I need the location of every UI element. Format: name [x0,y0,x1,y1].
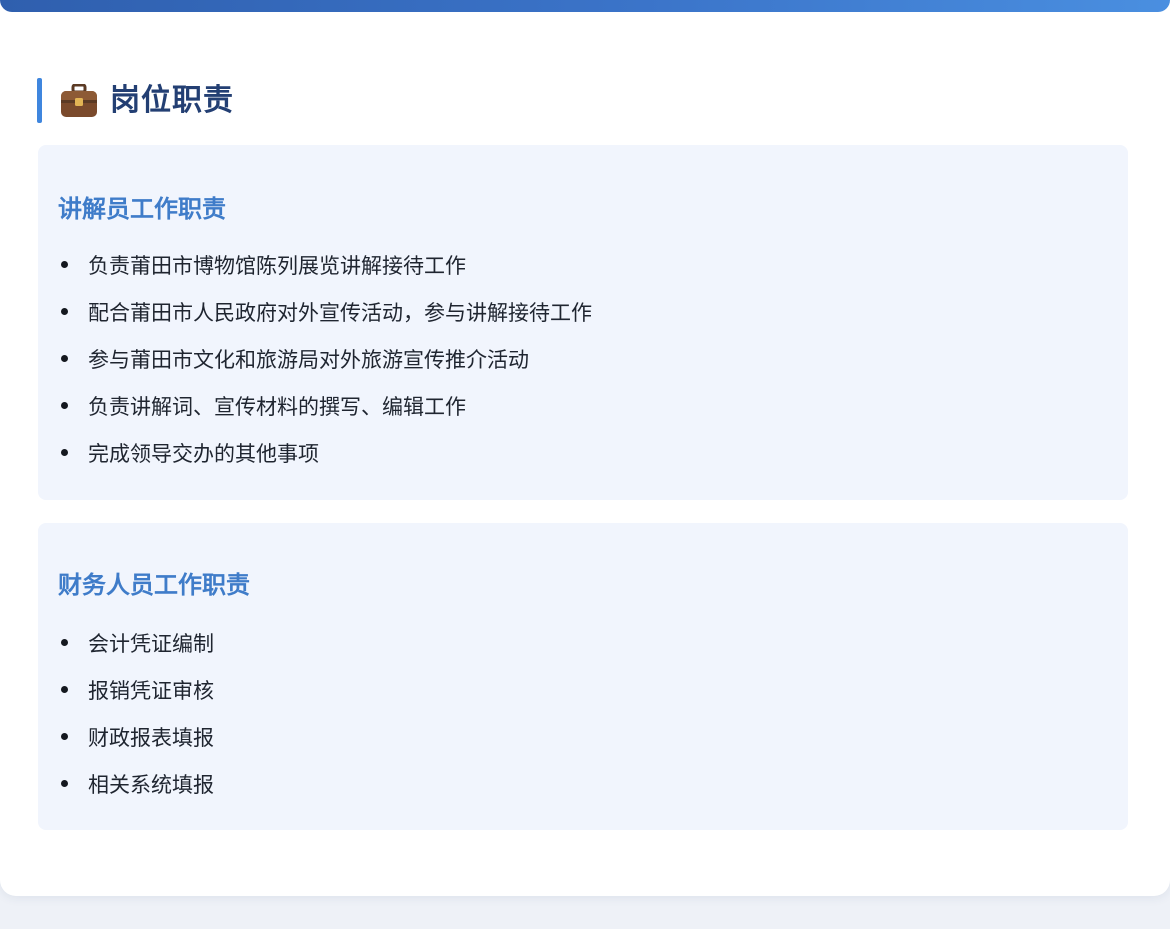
list-item-text: 负责讲解词、宣传材料的撰写、编辑工作 [88,394,466,419]
list-item: 负责讲解词、宣传材料的撰写、编辑工作 [58,382,592,429]
list-item: 报销凭证审核 [58,666,214,713]
list-item-text: 配合莆田市人民政府对外宣传活动，参与讲解接待工作 [88,300,592,325]
list-item-text: 负责莆田市博物馆陈列展览讲解接待工作 [88,253,466,278]
bullet-icon [61,402,68,409]
bullet-icon [61,308,68,315]
duty-panel-guide: 讲解员工作职责 负责莆田市博物馆陈列展览讲解接待工作 配合莆田市人民政府对外宣传… [38,145,1128,500]
list-item: 参与莆田市文化和旅游局对外旅游宣传推介活动 [58,335,592,382]
list-item: 财政报表填报 [58,713,214,760]
bullet-icon [61,449,68,456]
section-accent-line [37,78,42,123]
list-item-text: 相关系统填报 [88,772,214,797]
list-item: 会计凭证编制 [58,619,214,666]
bullet-icon [61,261,68,268]
bullet-icon [61,355,68,362]
bullet-icon [61,733,68,740]
panel-title: 财务人员工作职责 [58,571,250,599]
section-title: 岗位职责 [110,82,234,118]
bullet-icon [61,780,68,787]
list-item-text: 报销凭证审核 [88,678,214,703]
list-item-text: 参与莆田市文化和旅游局对外旅游宣传推介活动 [88,347,529,372]
section-header: 岗位职责 [37,78,234,123]
list-item-text: 会计凭证编制 [88,631,214,656]
duty-panel-finance: 财务人员工作职责 会计凭证编制 报销凭证审核 财政报表填报 相关系统填报 [38,523,1128,830]
list-item-text: 完成领导交办的其他事项 [88,441,319,466]
list-item: 配合莆田市人民政府对外宣传活动，参与讲解接待工作 [58,288,592,335]
bullet-icon [61,639,68,646]
list-item: 完成领导交办的其他事项 [58,429,592,476]
briefcase-icon [61,83,97,117]
duty-list: 负责莆田市博物馆陈列展览讲解接待工作 配合莆田市人民政府对外宣传活动，参与讲解接… [58,241,592,476]
job-duties-card: 岗位职责 讲解员工作职责 负责莆田市博物馆陈列展览讲解接待工作 配合莆田市人民政… [0,0,1170,896]
list-item: 负责莆田市博物馆陈列展览讲解接待工作 [58,241,592,288]
bullet-icon [61,686,68,693]
list-item: 相关系统填报 [58,760,214,807]
top-accent-bar [0,0,1170,12]
duty-list: 会计凭证编制 报销凭证审核 财政报表填报 相关系统填报 [58,619,214,807]
list-item-text: 财政报表填报 [88,725,214,750]
panel-title: 讲解员工作职责 [58,195,226,223]
